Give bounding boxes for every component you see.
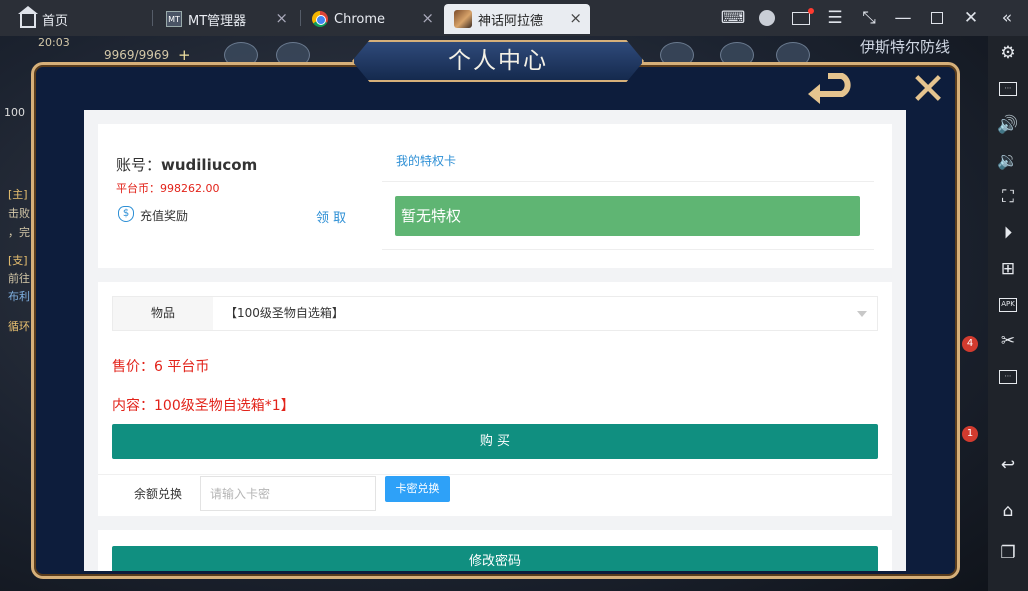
tab-close-icon[interactable]: × xyxy=(569,11,582,26)
game-quest-text: 布利 xyxy=(8,290,30,303)
mt-manager-icon: MT xyxy=(166,11,182,27)
tab-close-icon[interactable]: × xyxy=(275,11,288,26)
tab-home-label: 首页 xyxy=(42,13,69,29)
game-hp: 9969/9969 xyxy=(104,48,170,62)
keyboard-button[interactable]: ⋯ xyxy=(988,74,1028,104)
balance-value: 998262.00 xyxy=(160,182,220,195)
volume-up-icon[interactable]: 🔊 xyxy=(988,110,1028,140)
tab-home[interactable]: 首页 xyxy=(8,4,148,34)
tab-divider xyxy=(300,10,301,26)
change-password-button[interactable]: 修改密码 xyxy=(112,546,878,571)
tab-game-label: 神话阿拉德 xyxy=(478,13,544,29)
game-quest-text: [支] xyxy=(8,254,28,267)
screenshot-icon[interactable]: ⛶ xyxy=(988,182,1028,212)
mail-icon xyxy=(792,7,814,25)
game-badge: 1 xyxy=(962,426,978,442)
card-code-input[interactable] xyxy=(200,476,376,511)
settings-icon[interactable]: ⚙ xyxy=(988,38,1028,68)
collapse-sidebar-icon[interactable]: « xyxy=(990,0,1024,36)
balance-label: 平台币： xyxy=(116,182,160,195)
shrink-icon[interactable]: ⤡ xyxy=(852,0,886,36)
menu-icon[interactable]: ☰ xyxy=(818,0,852,36)
redeem-card-button[interactable]: 卡密兑换 xyxy=(385,476,450,502)
recharge-reward-label: 充值奖励 xyxy=(140,209,189,223)
game-level: 100 xyxy=(4,106,25,119)
item-selected-value: 【100级圣物自选箱】 xyxy=(225,306,344,320)
record-icon[interactable]: ⏵ xyxy=(988,218,1028,248)
volume-down-icon[interactable]: 🔉 xyxy=(988,146,1028,176)
privilege-card-title: 我的特权卡 xyxy=(396,154,457,168)
game-badge: 4 xyxy=(962,336,978,352)
tab-chrome-label: Chrome xyxy=(334,11,385,27)
buy-button[interactable]: 购 买 xyxy=(112,424,878,459)
more-button[interactable]: ⋯ xyxy=(988,362,1028,392)
password-card: 修改密码 xyxy=(98,530,892,571)
panel-title: 个人中心 xyxy=(352,40,644,82)
back-nav-icon[interactable]: ↩ xyxy=(988,450,1028,480)
price-text: 售价：6 平台币 xyxy=(112,359,210,375)
account-row: 账号：wudiliucom xyxy=(116,154,257,175)
account-card: 账号：wudiliucom 平台币：998262.00 $ 充值奖励 领 取 我… xyxy=(98,124,892,268)
panel-content: 账号：wudiliucom 平台币：998262.00 $ 充值奖励 领 取 我… xyxy=(84,110,906,571)
close-window-icon[interactable]: ✕ xyxy=(954,0,988,36)
purchase-card: 物品 【100级圣物自选箱】 售价：6 平台币 内容：100级圣物自选箱*1】 … xyxy=(98,282,892,516)
item-label: 物品 xyxy=(113,297,213,330)
game-location: 伊斯特尔防线 xyxy=(860,38,951,56)
maximize-icon xyxy=(931,12,943,24)
claim-link[interactable]: 领 取 xyxy=(316,207,346,226)
back-button[interactable] xyxy=(806,72,862,108)
apk-button[interactable]: APK xyxy=(988,290,1028,320)
close-panel-icon[interactable]: ✕ xyxy=(905,68,951,112)
gamepad-icon[interactable]: ⌨ xyxy=(716,0,750,36)
recent-apps-icon[interactable]: ❐ xyxy=(988,538,1028,568)
game-clock: 20:03 xyxy=(38,36,70,49)
divider xyxy=(382,249,874,250)
browser-tab-bar: 首页 MT MT管理器 × Chrome × 神话阿拉德 × ⌨ ☰ ⤡ — ✕… xyxy=(0,0,1028,36)
keyboard-icon: ⋯ xyxy=(999,82,1017,96)
apk-icon: APK xyxy=(999,298,1017,312)
emulator-sidebar: ⚙ ⋯ 🔊 🔉 ⛶ ⏵ ⊞ APK ✂ ⋯ ↩ ⌂ ❐ xyxy=(988,36,1028,591)
money-bag-icon: $ xyxy=(118,206,134,222)
back-arrow-icon xyxy=(808,73,851,104)
more-icon: ⋯ xyxy=(999,370,1017,384)
game-quest-text: 前往 xyxy=(8,272,30,285)
maximize-button[interactable] xyxy=(920,0,954,36)
redeem-label: 余额兑换 xyxy=(134,487,183,501)
privilege-status: 暂无特权 xyxy=(395,196,860,236)
tab-mt-manager[interactable]: MT MT管理器 × xyxy=(156,4,296,34)
divider xyxy=(98,474,892,475)
balance-row: 平台币：998262.00 xyxy=(116,180,220,196)
minimize-icon[interactable]: — xyxy=(886,0,920,36)
tab-mt-manager-label: MT管理器 xyxy=(188,13,247,29)
chrome-icon xyxy=(312,11,328,27)
item-select[interactable]: 物品 【100级圣物自选箱】 xyxy=(112,296,878,331)
tab-close-icon[interactable]: × xyxy=(421,11,434,26)
scissors-icon[interactable]: ✂ xyxy=(988,326,1028,356)
game-quest-text: ，完 xyxy=(8,226,30,239)
home-nav-icon[interactable]: ⌂ xyxy=(988,496,1028,526)
account-label: 账号： xyxy=(116,156,162,174)
divider xyxy=(382,181,874,182)
multi-instance-icon[interactable]: ⊞ xyxy=(988,254,1028,284)
dropdown-arrow-icon xyxy=(857,311,867,317)
mail-button[interactable] xyxy=(784,0,818,36)
home-icon xyxy=(18,6,38,28)
tab-game[interactable]: 神话阿拉德 × xyxy=(444,4,590,34)
user-icon xyxy=(759,10,775,26)
user-avatar[interactable] xyxy=(750,0,784,36)
game-icon xyxy=(454,10,472,28)
game-quest-text: 循环 xyxy=(8,320,30,333)
game-quest-text: 击败 xyxy=(8,207,30,220)
game-quest-text: [主] xyxy=(8,188,28,201)
tab-divider xyxy=(152,10,153,26)
tab-chrome[interactable]: Chrome × xyxy=(302,4,442,34)
account-value: wudiliucom xyxy=(161,156,258,174)
content-text: 内容：100级圣物自选箱*1】 xyxy=(112,398,295,414)
